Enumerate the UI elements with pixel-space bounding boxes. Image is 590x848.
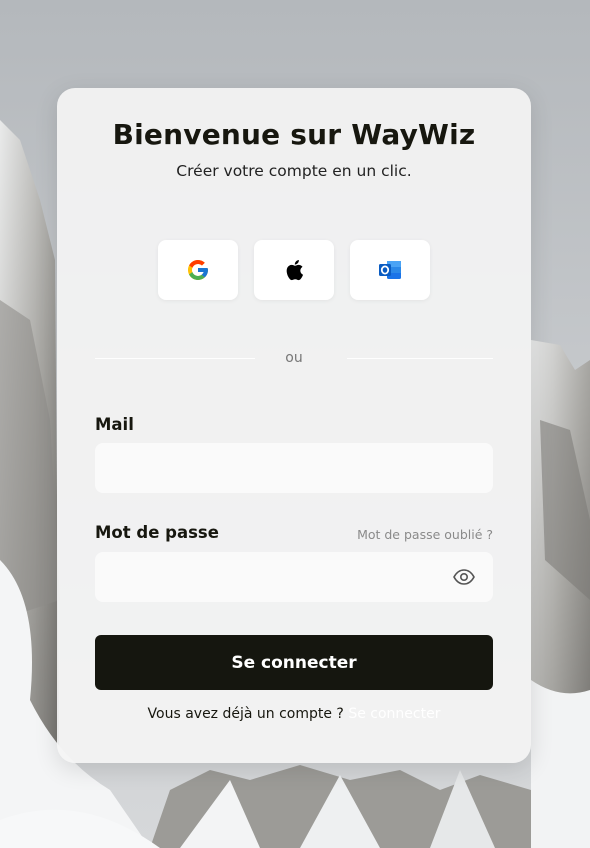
password-input[interactable] [95,552,493,602]
show-password-eye-icon[interactable] [452,567,476,587]
mail-label: Mail [95,415,134,434]
google-icon [188,260,208,280]
apple-login-button[interactable] [254,240,334,300]
footer-text: Vous avez déjà un compte ? [147,706,344,722]
login-submit-button[interactable]: Se connecter [95,635,493,690]
signup-card: Bienvenue sur WayWiz Créer votre compte … [57,88,531,763]
footer-login-prompt: Vous avez déjà un compte ? Se connecter [57,706,531,722]
password-label: Mot de passe [95,523,219,542]
mail-input[interactable] [95,443,493,493]
google-login-button[interactable] [158,240,238,300]
outlook-icon [379,261,401,279]
page-title: Bienvenue sur WayWiz [112,118,476,151]
footer-login-link[interactable]: Se connecter [348,706,440,722]
divider-line-right [347,358,493,359]
outlook-login-button[interactable] [350,240,430,300]
apple-icon [286,260,304,281]
page-subtitle: Créer votre compte en un clic. [176,162,412,180]
forgot-password-link[interactable]: Mot de passe oublié ? [357,527,493,542]
